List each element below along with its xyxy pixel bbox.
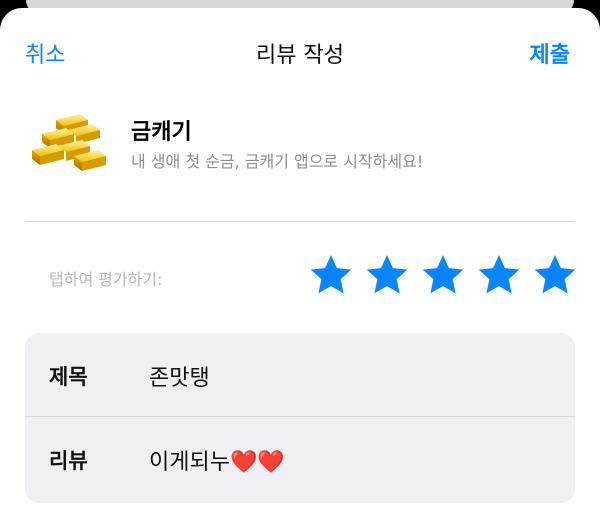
- divider: [25, 221, 575, 222]
- submit-button[interactable]: 제출: [530, 37, 570, 69]
- review-row: 리뷰 이게되누❤️❤️: [25, 417, 575, 501]
- gold-bars-icon: [28, 108, 110, 180]
- star-icon-4[interactable]: [476, 252, 522, 298]
- star-icon-3[interactable]: [420, 252, 466, 298]
- write-review-sheet: 취소 리뷰 작성 제출 금캐기 내 생애 첫 순금, 금캐기 앱으로 시작하세요…: [0, 8, 600, 510]
- rating-label: 탭하여 평가하기:: [49, 270, 163, 289]
- nav-bar: 취소 리뷰 작성 제출: [0, 8, 600, 94]
- page-title: 리뷰 작성: [256, 43, 344, 68]
- app-name: 금캐기: [131, 120, 192, 145]
- star-icon-2[interactable]: [364, 252, 410, 298]
- star-rating[interactable]: [308, 252, 578, 300]
- app-info: 금캐기 내 생애 첫 순금, 금캐기 앱으로 시작하세요!: [0, 98, 600, 208]
- star-icon-5[interactable]: [532, 252, 578, 298]
- title-row: 제목 존맛탱: [25, 333, 575, 417]
- star-icon-1[interactable]: [308, 252, 354, 298]
- review-form: 제목 존맛탱 리뷰 이게되누❤️❤️: [25, 333, 575, 503]
- app-subtitle: 내 생애 첫 순금, 금캐기 앱으로 시작하세요!: [131, 152, 424, 171]
- review-input[interactable]: 이게되누❤️❤️: [149, 444, 285, 476]
- title-label: 제목: [49, 365, 88, 389]
- title-input[interactable]: 존맛탱: [149, 360, 210, 392]
- review-label: 리뷰: [49, 449, 88, 473]
